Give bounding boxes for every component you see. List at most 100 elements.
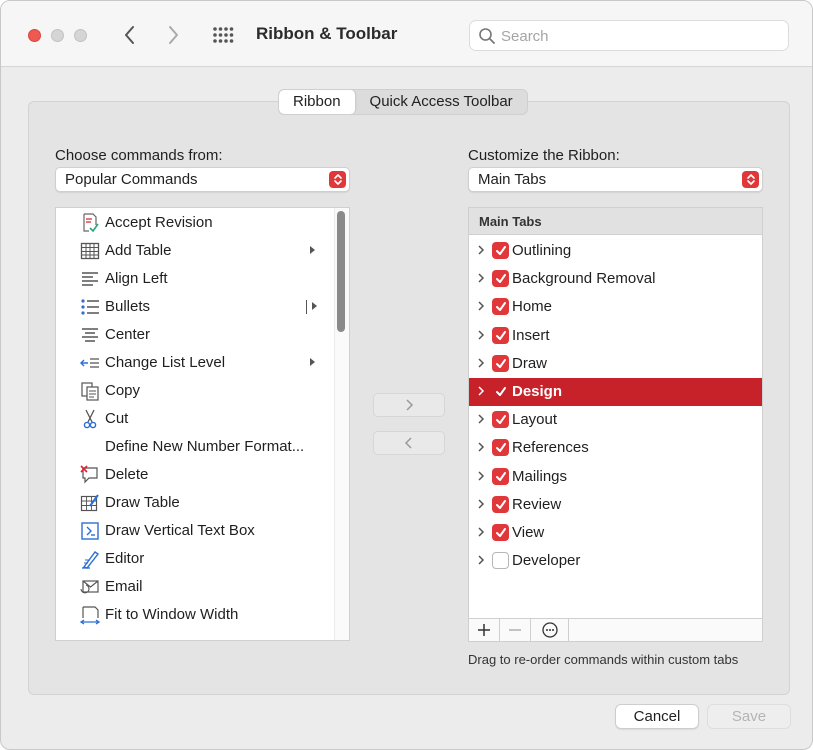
command-label: Fit to Window Width (105, 606, 239, 623)
disclosure-chevron-icon[interactable] (475, 299, 487, 313)
tab-checkbox[interactable] (492, 524, 509, 541)
accept-revision-icon (83, 213, 99, 233)
list-item[interactable]: Define New Number Format... (56, 433, 336, 461)
list-item[interactable]: Draw Vertical Text Box (56, 517, 336, 545)
list-item[interactable]: Align Left (56, 265, 336, 293)
tree-item[interactable]: Design (469, 378, 762, 406)
disclosure-chevron-icon[interactable] (475, 243, 487, 257)
list-item[interactable]: Copy (56, 377, 336, 405)
tree-item[interactable]: Review (469, 491, 762, 519)
commands-scroll-thumb[interactable] (337, 211, 345, 332)
fit-width-icon (80, 606, 100, 625)
disclosure-chevron-icon[interactable] (475, 497, 487, 511)
tab-label: Mailings (512, 468, 568, 485)
tab-checkbox[interactable] (492, 468, 509, 485)
disclosure-chevron-icon[interactable] (475, 525, 487, 539)
list-item[interactable]: Add Table (56, 237, 336, 265)
submenu-arrow-icon (312, 302, 317, 310)
tab-checkbox[interactable] (492, 439, 509, 456)
search-icon (479, 28, 495, 44)
list-item[interactable]: Bullets (56, 293, 336, 321)
list-item[interactable]: Editor (56, 545, 336, 573)
tree-item[interactable]: Outlining (469, 237, 762, 265)
zoom-window-button[interactable] (74, 29, 87, 42)
grid-icon (213, 27, 234, 43)
list-item[interactable]: Cut (56, 405, 336, 433)
remove-tab-button[interactable] (500, 619, 531, 641)
disclosure-chevron-icon[interactable] (475, 412, 487, 426)
add-command-button[interactable] (373, 393, 445, 417)
tab-checkbox[interactable] (492, 552, 509, 569)
list-item[interactable]: Delete (56, 461, 336, 489)
table-icon (80, 242, 100, 260)
tab-label: References (512, 439, 589, 456)
list-item[interactable]: Fit to Window Width (56, 601, 336, 629)
show-all-button[interactable] (209, 21, 237, 49)
choose-commands-label: Choose commands from: (55, 147, 223, 164)
tree-item[interactable]: Background Removal (469, 265, 762, 293)
tab-checkbox[interactable] (492, 411, 509, 428)
tree-item[interactable]: Home (469, 293, 762, 321)
tree-item[interactable]: References (469, 434, 762, 462)
disclosure-chevron-icon[interactable] (475, 328, 487, 342)
align-left-icon (82, 272, 98, 286)
tree-item[interactable]: Mailings (469, 463, 762, 491)
tree-item[interactable]: Insert (469, 322, 762, 350)
tree-item[interactable]: Draw (469, 350, 762, 378)
tab-label: Layout (512, 411, 558, 428)
list-item[interactable]: Center (56, 321, 336, 349)
chevron-right-icon (406, 399, 414, 411)
tab-switcher: Ribbon Quick Access Toolbar (278, 89, 528, 115)
back-button[interactable] (116, 21, 144, 49)
draw-table-icon (80, 494, 99, 512)
tree-item[interactable]: View (469, 519, 762, 547)
tab-label: Outlining (512, 242, 572, 259)
list-item[interactable]: Change List Level (56, 349, 336, 377)
tab-ribbon[interactable]: Ribbon (279, 90, 356, 114)
delete-comment-icon (80, 465, 98, 484)
tree-item[interactable]: Layout (469, 406, 762, 434)
command-label: Add Table (105, 242, 172, 259)
tree-header: Main Tabs (469, 208, 762, 235)
disclosure-chevron-icon[interactable] (475, 469, 487, 483)
tab-checkbox[interactable] (492, 383, 509, 400)
disclosure-chevron-icon[interactable] (475, 271, 487, 285)
commands-list[interactable]: Accept Revision Add Table Align Left Bul… (55, 207, 350, 641)
tab-quick-access-toolbar[interactable]: Quick Access Toolbar (356, 90, 527, 114)
remove-command-button[interactable] (373, 431, 445, 455)
search-input[interactable] (501, 26, 781, 46)
command-label: Draw Table (105, 494, 180, 511)
disclosure-chevron-icon[interactable] (475, 553, 487, 567)
add-tab-button[interactable] (469, 619, 500, 641)
cancel-button[interactable]: Cancel (615, 704, 699, 729)
save-button[interactable]: Save (707, 704, 791, 729)
ribbon-tabs-tree[interactable]: Main Tabs Outlining Background Removal Hom… (468, 207, 763, 619)
tab-label: View (512, 524, 545, 541)
tree-item[interactable]: Developer (469, 547, 762, 575)
tab-checkbox[interactable] (492, 298, 509, 315)
command-label: Draw Vertical Text Box (105, 522, 255, 539)
tab-checkbox[interactable] (492, 242, 509, 259)
commands-source-select[interactable]: Popular Commands (55, 167, 350, 192)
select-arrows-icon (742, 171, 759, 188)
disclosure-chevron-icon[interactable] (475, 440, 487, 454)
more-options-button[interactable] (531, 619, 569, 641)
command-label: Align Left (105, 270, 168, 287)
minimize-window-button[interactable] (51, 29, 64, 42)
command-label: Email (105, 578, 143, 595)
forward-button[interactable] (159, 21, 187, 49)
disclosure-chevron-icon[interactable] (475, 356, 487, 370)
tab-label: Insert (512, 327, 550, 344)
disclosure-chevron-icon[interactable] (475, 384, 487, 398)
close-window-button[interactable] (28, 29, 41, 42)
tab-checkbox[interactable] (492, 270, 509, 287)
list-item[interactable]: Email (56, 573, 336, 601)
ribbon-tabs-select[interactable]: Main Tabs (468, 167, 763, 192)
list-item[interactable]: Accept Revision (56, 209, 336, 237)
tab-checkbox[interactable] (492, 496, 509, 513)
tab-checkbox[interactable] (492, 355, 509, 372)
commands-source-value: Popular Commands (65, 171, 198, 188)
list-item[interactable]: Draw Table (56, 489, 336, 517)
tab-checkbox[interactable] (492, 327, 509, 344)
search-field[interactable] (469, 20, 789, 51)
